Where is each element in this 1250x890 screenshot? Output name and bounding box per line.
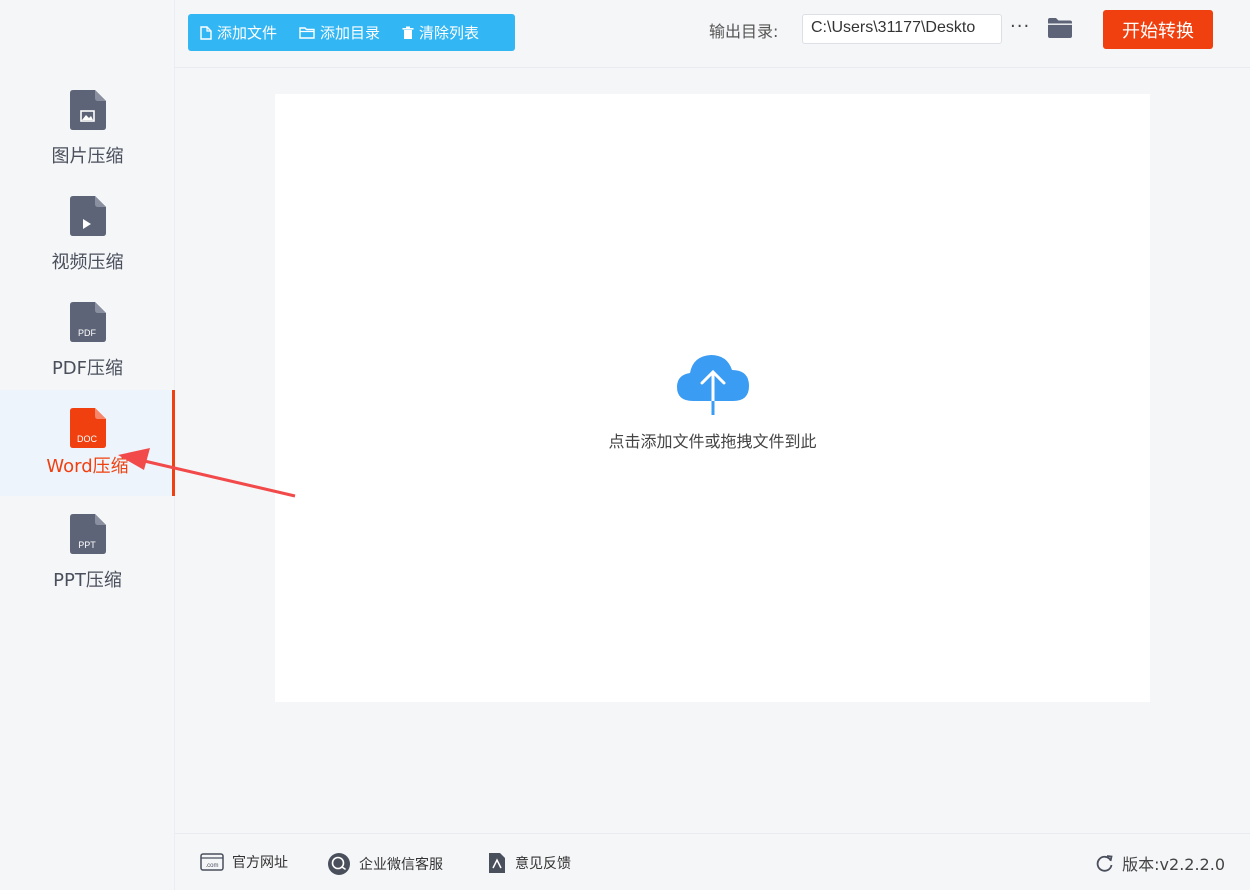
output-dir-field[interactable]: C:\Users\31177\Deskto [802, 14, 1002, 44]
feedback-link[interactable]: 意见反馈 [487, 852, 571, 874]
top-toolbar: 添加文件 添加目录 清除列表 输出目录: C:\Users\31177\Desk… [175, 0, 1250, 68]
sidebar-item-label: PDF压缩 [51, 358, 124, 379]
file-badge: DOC [77, 434, 98, 444]
sidebar-item-label: 图片压缩 [51, 146, 124, 167]
add-directory-label: 添加目录 [320, 24, 381, 42]
clear-list-label: 清除列表 [419, 24, 480, 42]
pdf-file-icon: PDF [69, 302, 106, 342]
add-file-label: 添加文件 [217, 24, 278, 42]
version-label: 版本:v2.2.2.0 [1122, 855, 1225, 874]
add-directory-button[interactable]: 添加目录 [299, 22, 380, 43]
sidebar: 图片压缩 视频压缩 PDF PDF压缩 DOC Word压缩 PPT PPT压缩 [0, 0, 175, 890]
sidebar-item-video-compress[interactable]: 视频压缩 [0, 196, 175, 302]
wechat-support-link[interactable]: 企业微信客服 [327, 852, 443, 876]
sidebar-item-label: PPT压缩 [53, 570, 122, 591]
ppt-file-icon: PPT [69, 514, 106, 554]
cloud-upload-icon [675, 351, 751, 421]
sidebar-item-ppt-compress[interactable]: PPT PPT压缩 [0, 514, 175, 620]
website-icon: .com [200, 853, 224, 871]
doc-file-icon: DOC [69, 408, 106, 448]
file-badge: PPT [78, 540, 96, 550]
folder-icon [299, 27, 315, 39]
file-drop-zone[interactable]: 点击添加文件或拖拽文件到此 [275, 94, 1150, 702]
svg-text:.com: .com [205, 863, 218, 869]
sidebar-item-label: Word压缩 [46, 456, 129, 477]
trash-icon [402, 26, 414, 39]
clear-list-button[interactable]: 清除列表 [402, 22, 479, 43]
file-actions-group: 添加文件 添加目录 清除列表 [188, 14, 515, 51]
official-website-label: 官方网址 [232, 855, 288, 871]
add-file-button[interactable]: 添加文件 [200, 22, 277, 43]
feedback-label: 意见反馈 [515, 856, 571, 872]
sidebar-item-image-compress[interactable]: 图片压缩 [0, 90, 175, 196]
sidebar-item-word-compress[interactable]: DOC Word压缩 [0, 390, 175, 496]
feedback-icon [489, 853, 505, 873]
wechat-icon [328, 853, 350, 875]
wechat-support-label: 企业微信客服 [359, 857, 443, 873]
more-options-button[interactable]: ··· [1010, 16, 1032, 40]
version-info: 版本:v2.2.2.0 [1096, 851, 1225, 875]
official-website-link[interactable]: .com 官方网址 [200, 852, 288, 872]
output-dir-label: 输出目录: [709, 22, 779, 41]
start-convert-button[interactable]: 开始转换 [1103, 10, 1213, 49]
sidebar-item-label: 视频压缩 [51, 252, 124, 273]
video-file-icon [69, 196, 106, 236]
refresh-icon [1096, 855, 1113, 872]
drop-zone-hint: 点击添加文件或拖拽文件到此 [608, 432, 817, 451]
open-folder-icon[interactable] [1047, 17, 1073, 43]
image-file-icon [69, 90, 106, 130]
file-badge: PDF [78, 328, 97, 338]
file-icon [200, 25, 212, 40]
footer-bar: .com 官方网址 企业微信客服 意见反馈 版本:v2.2.2.0 [175, 833, 1250, 890]
